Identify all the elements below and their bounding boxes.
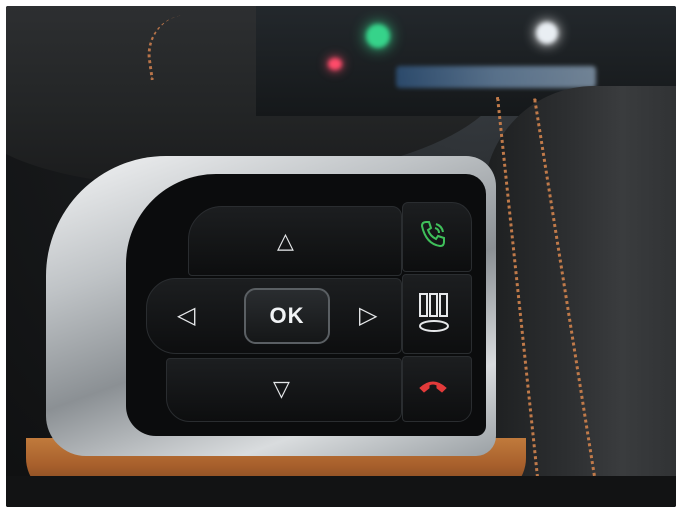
down-arrow-icon: ▽ bbox=[273, 377, 290, 402]
down-button[interactable]: ▽ bbox=[166, 358, 402, 422]
voice-call-icon bbox=[420, 221, 445, 248]
lower-shadow bbox=[6, 476, 676, 507]
ok-button[interactable]: OK bbox=[244, 288, 330, 344]
red-indicator-light bbox=[328, 58, 342, 70]
right-arrow-icon: ▷ bbox=[359, 301, 378, 329]
green-indicator-light bbox=[366, 24, 390, 48]
view-mode-icon bbox=[419, 293, 449, 332]
up-button[interactable]: △ bbox=[188, 206, 402, 276]
steering-wheel-photo: △ ◁ ▷ OK ▽ bbox=[6, 6, 676, 507]
left-arrow-icon: ◁ bbox=[177, 301, 196, 329]
display-glow bbox=[396, 66, 596, 88]
white-indicator-light bbox=[536, 22, 558, 44]
up-arrow-icon: △ bbox=[277, 229, 294, 254]
end-call-icon bbox=[419, 381, 447, 393]
